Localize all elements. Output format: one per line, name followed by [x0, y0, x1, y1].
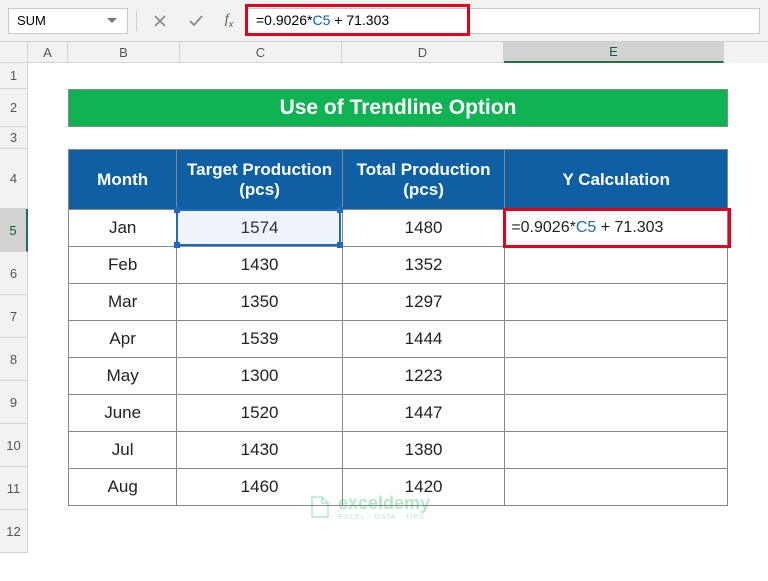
table-row: Apr15391444	[69, 321, 728, 358]
row-header-10[interactable]: 10	[0, 424, 28, 467]
cell-ycalc[interactable]	[505, 321, 728, 358]
cell[interactable]: 1380	[342, 432, 504, 469]
table-row: Aug14601420	[69, 469, 728, 506]
cell[interactable]: 1574	[177, 210, 343, 247]
header-target: Target Production (pcs)	[177, 150, 343, 210]
table-row: Jan15741480=0.9026*C5 + 71.303	[69, 210, 728, 247]
table-row: June15201447	[69, 395, 728, 432]
enter-button[interactable]	[181, 8, 211, 34]
row-header-5[interactable]: 5	[0, 209, 28, 252]
formula-bar: fx =0.9026*C5 + 71.303	[0, 0, 768, 42]
cell-ycalc[interactable]	[505, 432, 728, 469]
table-row: Feb14301352	[69, 247, 728, 284]
chevron-down-icon[interactable]	[101, 18, 123, 24]
col-header-D[interactable]: D	[342, 42, 504, 63]
separator	[136, 11, 137, 31]
row-header-4[interactable]: 4	[0, 149, 28, 209]
cancel-button[interactable]	[145, 8, 175, 34]
cell[interactable]: Feb	[69, 247, 177, 284]
cell[interactable]: Apr	[69, 321, 177, 358]
row-header-1[interactable]: 1	[0, 63, 28, 89]
cell[interactable]: Aug	[69, 469, 177, 506]
col-header-B[interactable]: B	[68, 42, 180, 63]
cell[interactable]: 1350	[177, 284, 343, 321]
row-header-6[interactable]: 6	[0, 252, 28, 295]
row-headers: 123456789101112	[0, 63, 28, 553]
name-box[interactable]	[8, 8, 128, 34]
column-headers: ABCDE	[0, 42, 768, 63]
row-header-8[interactable]: 8	[0, 338, 28, 381]
header-month: Month	[69, 150, 177, 210]
cell-ycalc[interactable]	[505, 284, 728, 321]
data-table: Month Target Production (pcs) Total Prod…	[68, 149, 728, 506]
cell[interactable]: June	[69, 395, 177, 432]
header-ycalc: Y Calculation	[505, 150, 728, 210]
row-header-2[interactable]: 2	[0, 89, 28, 127]
cell[interactable]: 1480	[342, 210, 504, 247]
table-row: Mar13501297	[69, 284, 728, 321]
cell[interactable]: 1300	[177, 358, 343, 395]
cell[interactable]: 1297	[342, 284, 504, 321]
name-box-input[interactable]	[9, 13, 101, 28]
sheet-title: Use of Trendline Option	[68, 89, 728, 127]
cell[interactable]: 1539	[177, 321, 343, 358]
cell-ycalc[interactable]	[505, 395, 728, 432]
cell[interactable]: 1520	[177, 395, 343, 432]
cells-area[interactable]: Use of Trendline Option Month Target Pro…	[28, 63, 768, 553]
cell[interactable]: 1352	[342, 247, 504, 284]
cell[interactable]: Jan	[69, 210, 177, 247]
cell-ycalc[interactable]: =0.9026*C5 + 71.303	[505, 210, 728, 247]
cell[interactable]: Jul	[69, 432, 177, 469]
col-header-E[interactable]: E	[504, 42, 724, 63]
row-header-7[interactable]: 7	[0, 295, 28, 338]
row-header-3[interactable]: 3	[0, 127, 28, 149]
cell-ycalc[interactable]	[505, 469, 728, 506]
table-row: Jul14301380	[69, 432, 728, 469]
cell[interactable]: 1223	[342, 358, 504, 395]
row-header-12[interactable]: 12	[0, 510, 28, 553]
cell[interactable]: Mar	[69, 284, 177, 321]
row-header-11[interactable]: 11	[0, 467, 28, 510]
cell-ycalc[interactable]	[505, 247, 728, 284]
spreadsheet-grid: ABCDE 123456789101112 Use of Trendline O…	[0, 42, 768, 553]
row-header-9[interactable]: 9	[0, 381, 28, 424]
formula-input[interactable]: =0.9026*C5 + 71.303	[247, 8, 760, 34]
col-header-A[interactable]: A	[28, 42, 68, 63]
fx-icon[interactable]: fx	[217, 12, 241, 29]
cell[interactable]: 1444	[342, 321, 504, 358]
cell[interactable]: 1447	[342, 395, 504, 432]
cell[interactable]: May	[69, 358, 177, 395]
header-total: Total Production (pcs)	[342, 150, 504, 210]
table-row: May13001223	[69, 358, 728, 395]
highlight-box	[245, 4, 470, 36]
cell[interactable]: 1420	[342, 469, 504, 506]
col-header-corner[interactable]	[0, 42, 28, 63]
col-header-C[interactable]: C	[180, 42, 342, 63]
cell[interactable]: 1430	[177, 247, 343, 284]
cell-ycalc[interactable]	[505, 358, 728, 395]
cell[interactable]: 1430	[177, 432, 343, 469]
cell[interactable]: 1460	[177, 469, 343, 506]
